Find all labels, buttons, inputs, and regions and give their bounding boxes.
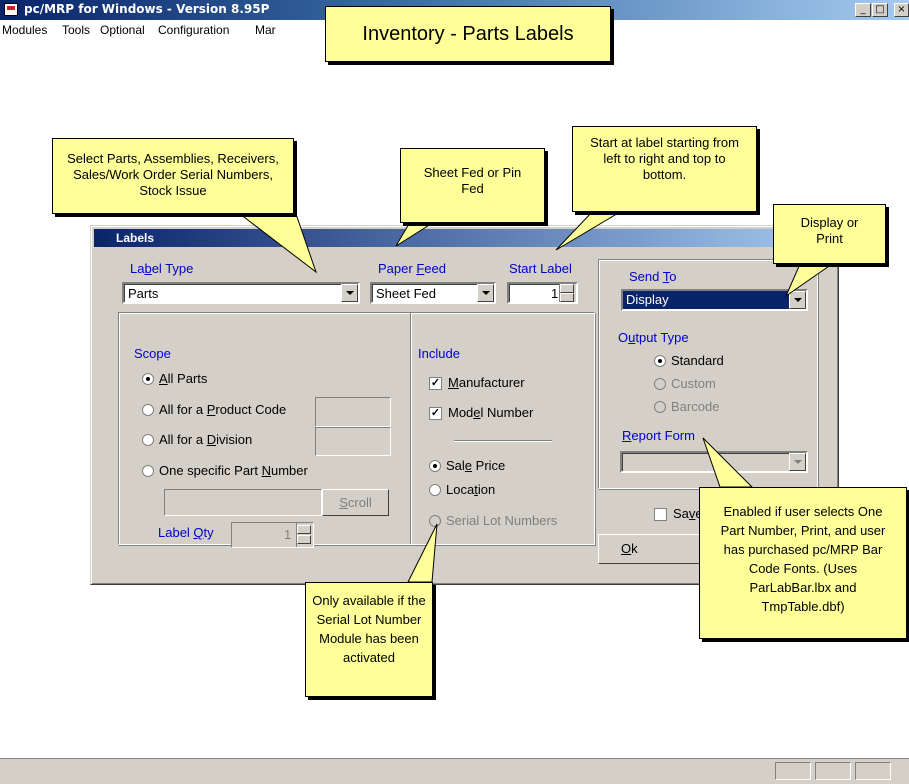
callout-pointer-display bbox=[784, 263, 834, 298]
callout-pointer-select bbox=[238, 213, 318, 274]
banner-callout: Inventory - Parts Labels bbox=[325, 6, 611, 62]
status-panel bbox=[775, 762, 811, 780]
callout-pointer-sheet bbox=[395, 221, 436, 247]
display-print-callout: Display or Print bbox=[773, 204, 886, 264]
callout-pointer-enabled bbox=[702, 437, 754, 488]
only-available-callout: Only available if the Serial Lot Number … bbox=[305, 582, 433, 697]
start-at-callout: Start at label starting from left to rig… bbox=[572, 126, 757, 212]
sheet-fed-callout: Sheet Fed or Pin Fed bbox=[400, 148, 545, 223]
status-panel bbox=[855, 762, 891, 780]
status-panel bbox=[815, 762, 851, 780]
status-bar bbox=[0, 758, 909, 784]
callout-pointer-start bbox=[555, 211, 622, 251]
callout-pointer-serial bbox=[407, 523, 438, 583]
enabled-if-callout: Enabled if user selects One Part Number,… bbox=[699, 487, 907, 639]
select-parts-callout: Select Parts, Assemblies, Receivers, Sal… bbox=[52, 138, 294, 214]
callout-pointers bbox=[238, 211, 834, 583]
